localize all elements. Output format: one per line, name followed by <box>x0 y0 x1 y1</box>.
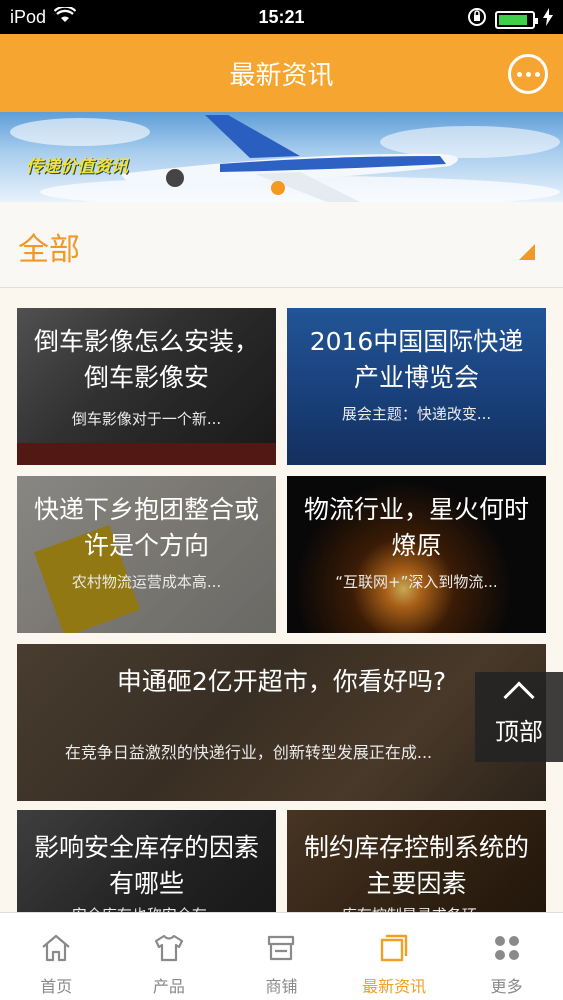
status-bar: iPod 15:21 <box>0 0 563 34</box>
article-title: 快递下乡抱团整合或许是个方向 <box>33 495 259 560</box>
article-card[interactable]: 制约库存控制系统的主要因素 库存控制是寻求各环... <box>287 810 546 920</box>
tab-label: 最新资讯 <box>362 977 427 996</box>
article-card[interactable]: 物流行业，星火何时燎原 “互联网+”深入到物流... <box>287 476 546 633</box>
banner-caption: 传递价值资讯 <box>26 157 128 177</box>
category-label: 全部 <box>18 232 80 268</box>
news-icon <box>380 934 408 962</box>
shirt-icon <box>154 934 183 962</box>
tab-more[interactable]: 更多 <box>450 913 563 1000</box>
bottom-tab-bar: 首页 产品 商铺 最新资讯 更多 <box>0 912 563 1000</box>
tab-home[interactable]: 首页 <box>0 913 113 1000</box>
article-summary: 展会主题：快递改变... <box>341 405 492 423</box>
category-filter[interactable]: 全部 <box>0 202 563 288</box>
more-icon <box>494 936 519 960</box>
chat-icon <box>516 71 522 77</box>
article-summary: 倒车影像对于一个新... <box>71 410 222 428</box>
article-title: 物流行业，星火何时燎原 <box>303 495 529 560</box>
article-title: 2016中国国际快递产业博览会 <box>309 327 524 392</box>
charging-icon <box>543 8 553 31</box>
message-button[interactable] <box>508 54 548 94</box>
article-summary: “互联网+”深入到物流... <box>335 573 498 591</box>
rotation-lock-icon <box>467 7 487 32</box>
page-title: 最新资讯 <box>229 60 334 91</box>
article-card[interactable]: 影响安全库存的因素有哪些 安全库存也称安全存... <box>17 810 276 920</box>
back-to-top-button[interactable]: 顶部 <box>475 672 563 762</box>
article-title: 制约库存控制系统的主要因素 <box>303 833 529 898</box>
app-header: 最新资讯 <box>0 34 563 112</box>
chevron-up-icon <box>503 681 535 713</box>
tab-news[interactable]: 最新资讯 <box>338 913 451 1000</box>
battery-icon <box>495 10 538 29</box>
back-to-top-label: 顶部 <box>495 718 543 746</box>
banner[interactable]: 传递价值资讯 <box>0 112 563 202</box>
article-title: 影响安全库存的因素有哪些 <box>33 833 259 898</box>
tab-label: 更多 <box>490 977 523 996</box>
article-card[interactable]: 2016中国国际快递产业博览会 展会主题：快递改变... <box>287 308 546 465</box>
article-card[interactable]: 快递下乡抱团整合或许是个方向 农村物流运营成本高... <box>17 476 276 633</box>
tab-shops[interactable]: 商铺 <box>225 913 338 1000</box>
tab-label: 商铺 <box>265 977 298 996</box>
tab-products[interactable]: 产品 <box>113 913 226 1000</box>
article-card[interactable]: 倒车影像怎么安装，倒车影像安 倒车影像对于一个新... <box>17 308 276 465</box>
home-icon <box>42 934 71 962</box>
shop-icon <box>268 935 295 961</box>
article-card[interactable]: 申通砸2亿开超市，你看好吗? 在竞争日益激烈的快递行业，创新转型发展正在成... <box>17 644 546 801</box>
article-title: 申通砸2亿开超市，你看好吗? <box>116 667 447 696</box>
tab-label: 产品 <box>152 977 185 996</box>
tab-label: 首页 <box>40 977 73 996</box>
article-summary: 在竞争日益激烈的快递行业，创新转型发展正在成... <box>64 743 433 762</box>
article-title: 倒车影像怎么安装，倒车影像安 <box>33 327 259 392</box>
dropdown-triangle-icon <box>519 244 535 260</box>
article-summary: 农村物流运营成本高... <box>71 573 222 591</box>
